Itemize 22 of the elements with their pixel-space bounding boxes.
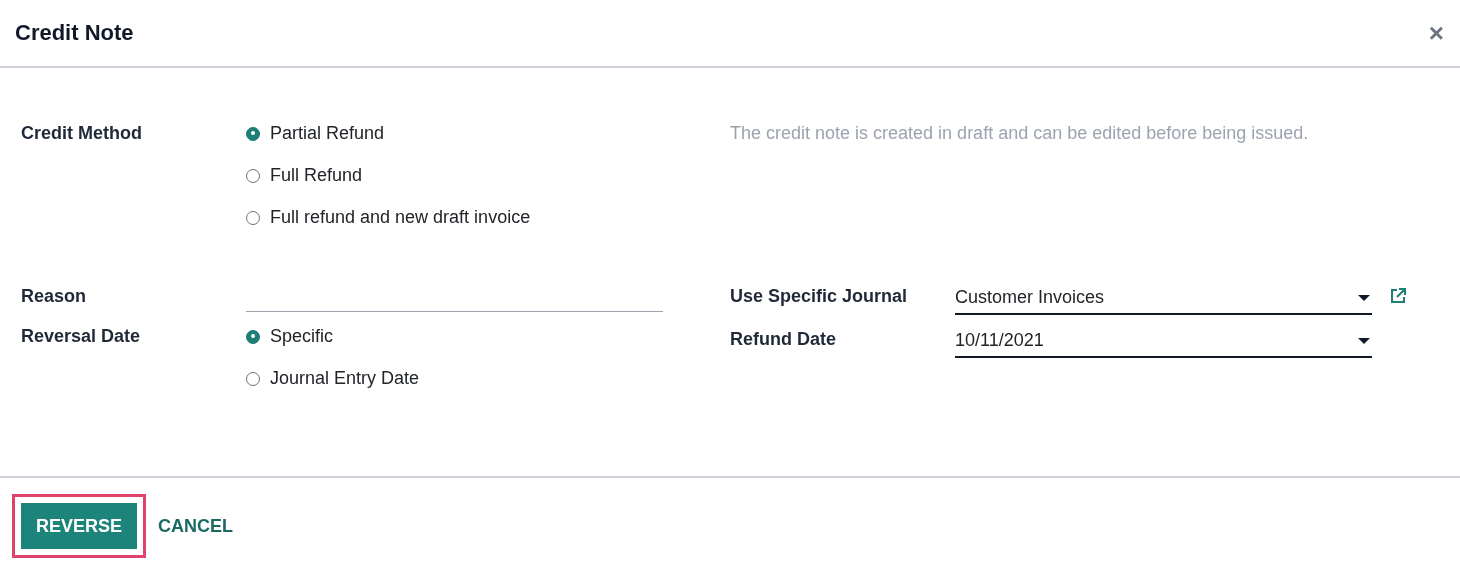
caret-icon xyxy=(1358,294,1370,301)
dialog-title: Credit Note xyxy=(15,20,134,46)
radio-button[interactable] xyxy=(246,329,260,344)
radio-label[interactable]: Specific xyxy=(270,326,334,347)
radio-label[interactable]: Partial Refund xyxy=(270,123,385,144)
radio-label[interactable]: Full refund and new draft invoice xyxy=(270,207,531,228)
field-label: Use Specific Journal xyxy=(730,286,909,307)
external-link-icon[interactable] xyxy=(1388,286,1408,306)
journal-select[interactable]: Customer Invoices xyxy=(955,286,1372,315)
close-button[interactable]: × xyxy=(1426,20,1446,46)
field-label: Refund Date xyxy=(730,329,837,350)
field-label: Credit Method xyxy=(21,123,143,144)
help-text: The credit note is created in draft and can be edited before being issued. xyxy=(730,123,1310,144)
cancel-button[interactable]: CANCEL xyxy=(155,503,237,549)
radio-label[interactable]: Full Refund xyxy=(270,165,363,186)
radio-button[interactable] xyxy=(246,126,260,141)
field-label: Reversal Date xyxy=(21,326,142,347)
radio-label[interactable]: Journal Entry Date xyxy=(270,368,420,389)
field-label: Reason xyxy=(21,286,88,307)
caret-icon xyxy=(1358,337,1370,344)
date-field[interactable]: 10/11/2021 xyxy=(955,329,1372,358)
reverse-button[interactable]: REVERSE xyxy=(21,503,138,549)
